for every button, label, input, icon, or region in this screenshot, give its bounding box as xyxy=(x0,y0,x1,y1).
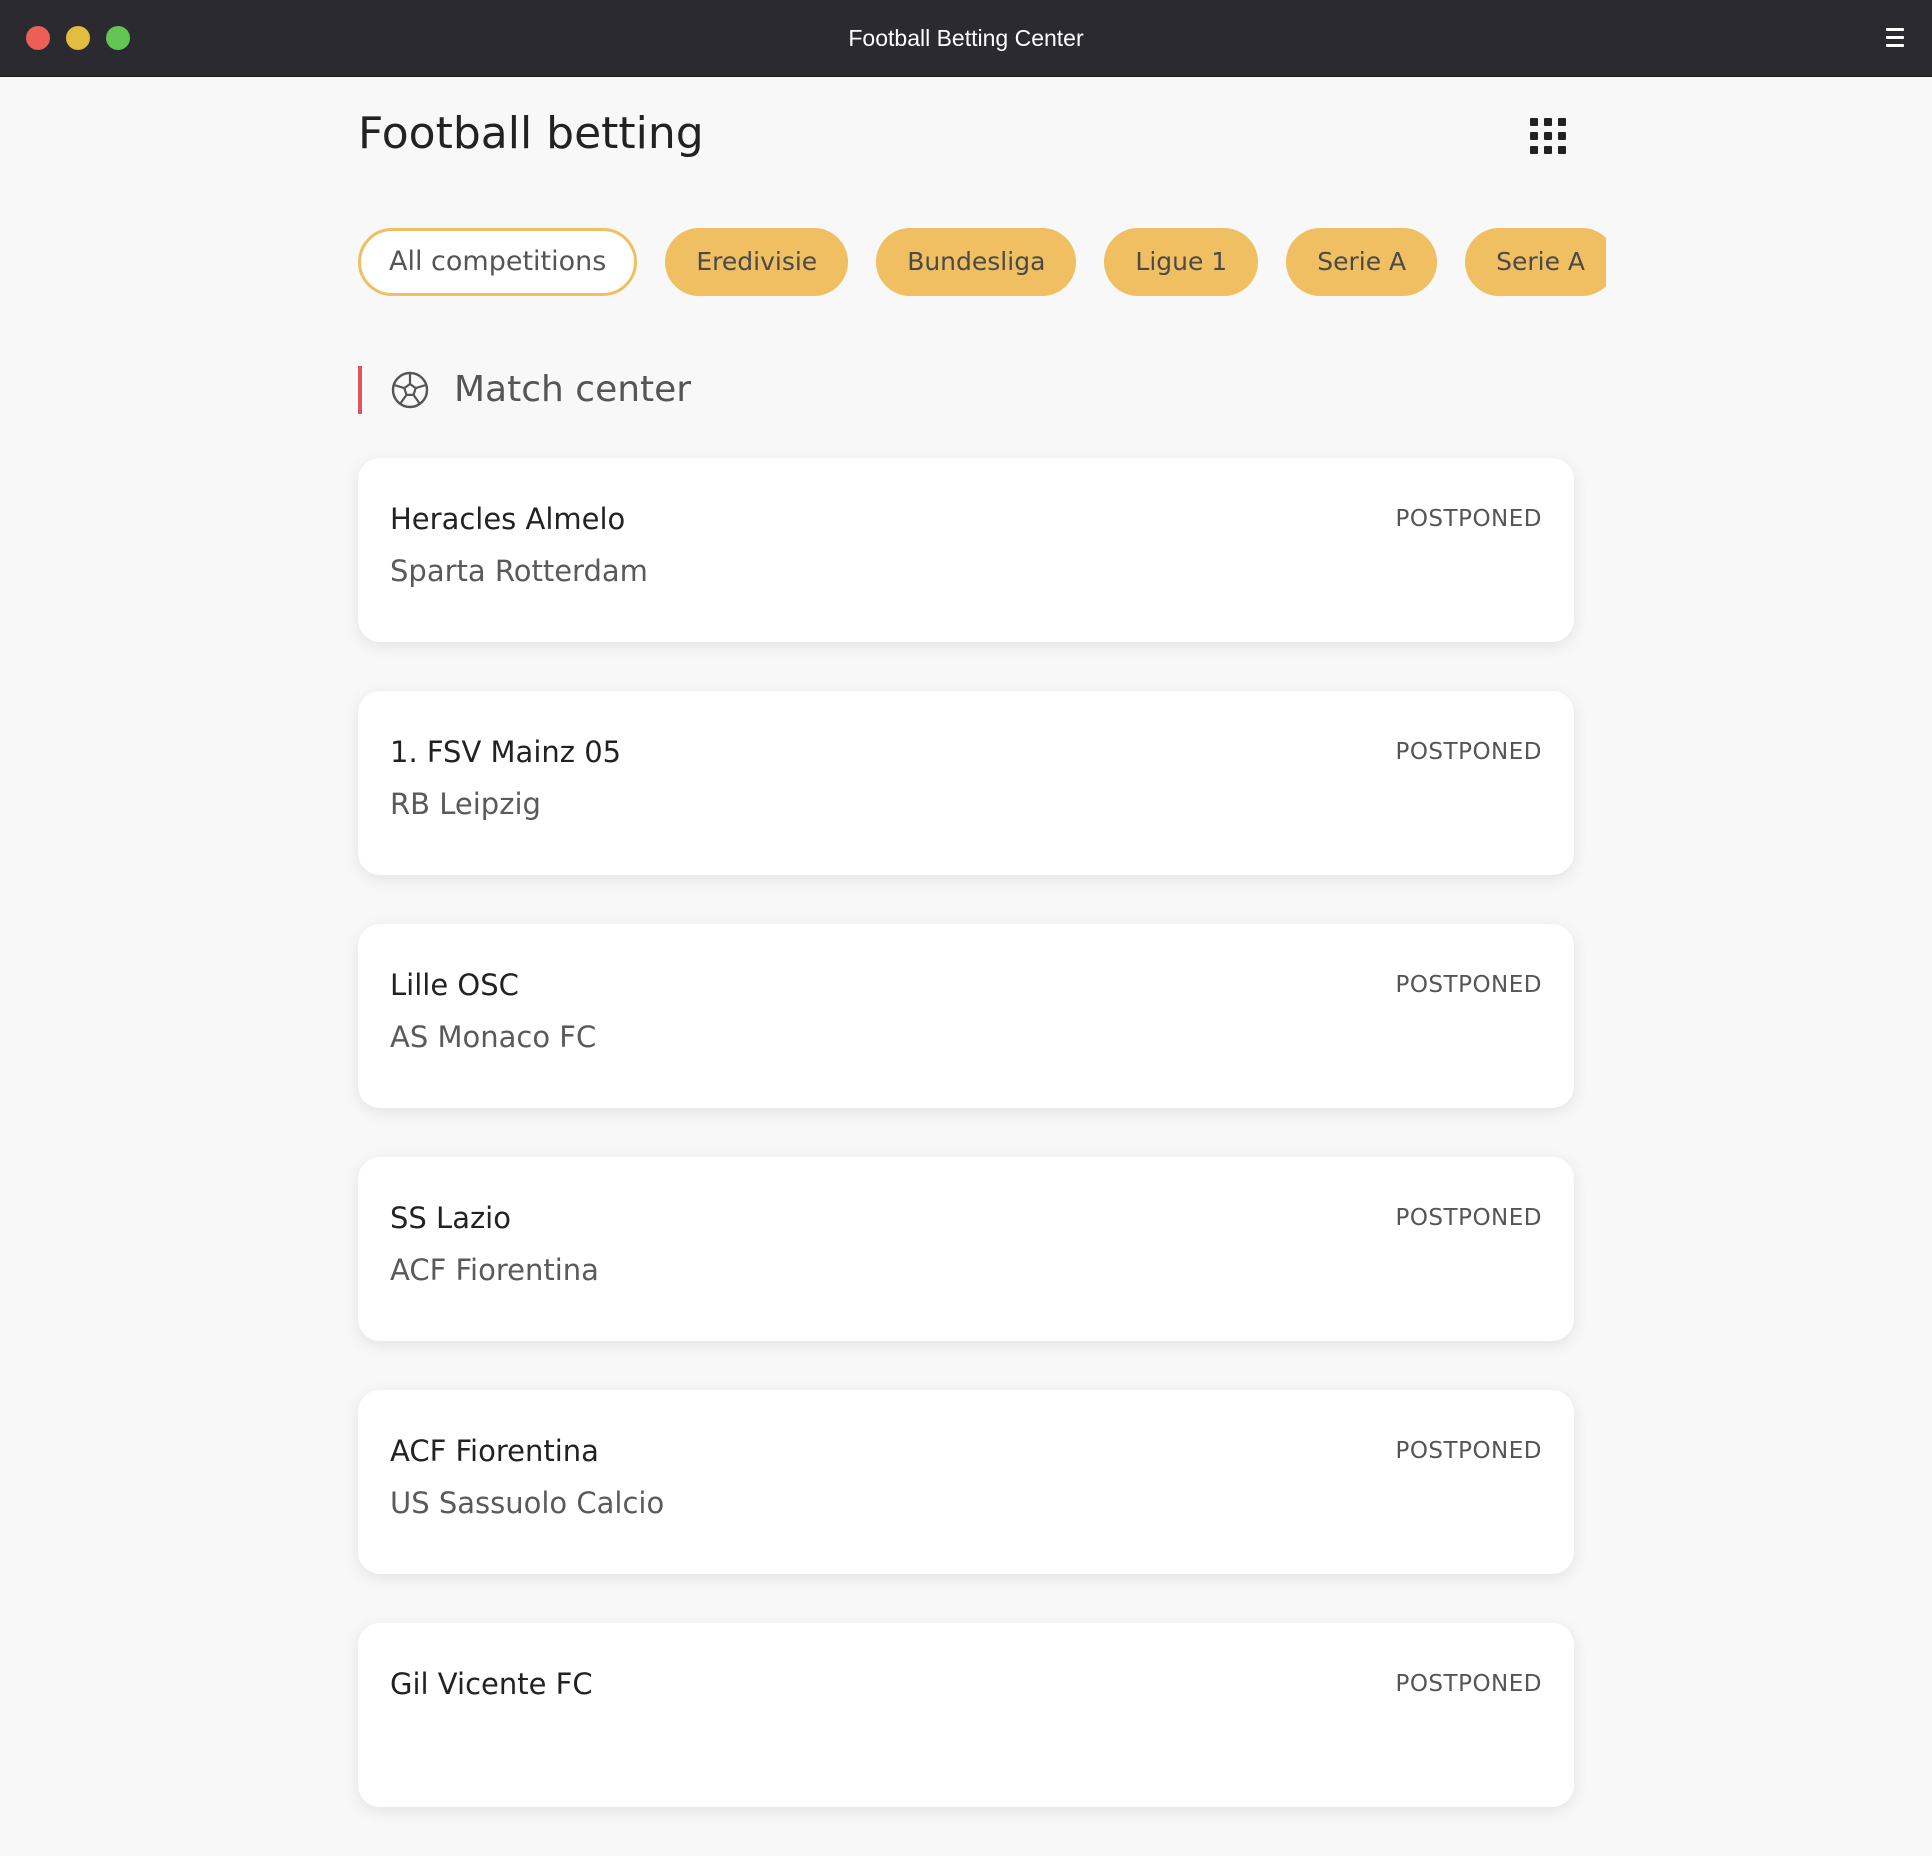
page-title: Football betting xyxy=(358,108,704,159)
match-card[interactable]: ACF Fiorentina US Sassuolo Calcio POSTPO… xyxy=(358,1390,1574,1574)
apps-grid-icon[interactable] xyxy=(1530,118,1566,154)
chip-eredivisie[interactable]: Eredivisie xyxy=(665,228,849,296)
soccer-ball-icon xyxy=(391,371,429,409)
away-team: Sparta Rotterdam xyxy=(390,554,648,588)
competition-filter-bar[interactable]: All competitions Eredivisie Bundesliga L… xyxy=(356,226,1606,306)
window-title: Football Betting Center xyxy=(848,25,1084,51)
match-status: POSTPONED xyxy=(1395,739,1542,765)
home-team: Heracles Almelo xyxy=(390,502,626,536)
away-team: RB Leipzig xyxy=(390,787,541,821)
chip-bundesliga[interactable]: Bundesliga xyxy=(876,228,1077,296)
chip-all-competitions[interactable]: All competitions xyxy=(358,228,638,296)
match-status: POSTPONED xyxy=(1395,1438,1542,1464)
away-team: ACF Fiorentina xyxy=(390,1253,599,1287)
home-team: Lille OSC xyxy=(390,968,519,1002)
chip-serie-a[interactable]: Serie A xyxy=(1286,228,1438,296)
home-team: 1. FSV Mainz 05 xyxy=(390,735,622,769)
chip-serie-a-2[interactable]: Serie A xyxy=(1465,228,1606,296)
match-status: POSTPONED xyxy=(1395,1671,1542,1697)
match-card[interactable]: SS Lazio ACF Fiorentina POSTPONED xyxy=(358,1157,1574,1341)
home-team: ACF Fiorentina xyxy=(390,1434,599,1468)
away-team: AS Monaco FC xyxy=(390,1020,597,1054)
match-card[interactable]: 1. FSV Mainz 05 RB Leipzig POSTPONED xyxy=(358,691,1574,875)
match-list: Heracles Almelo Sparta Rotterdam POSTPON… xyxy=(358,458,1574,1856)
home-team: SS Lazio xyxy=(390,1201,511,1235)
hamburger-menu-icon[interactable] xyxy=(1886,24,1906,52)
home-team: Gil Vicente FC xyxy=(390,1667,593,1701)
match-status: POSTPONED xyxy=(1395,506,1542,532)
window-titlebar: Football Betting Center xyxy=(0,0,1932,77)
match-card[interactable]: Lille OSC AS Monaco FC POSTPONED xyxy=(358,924,1574,1108)
away-team: US Sassuolo Calcio xyxy=(390,1486,665,1520)
section-title: Match center xyxy=(454,369,692,410)
match-status: POSTPONED xyxy=(1395,972,1542,998)
match-status: POSTPONED xyxy=(1395,1205,1542,1231)
section-accent-bar xyxy=(358,366,362,414)
chip-ligue-1[interactable]: Ligue 1 xyxy=(1104,228,1259,296)
match-card[interactable]: Gil Vicente FC POSTPONED xyxy=(358,1623,1574,1807)
match-card[interactable]: Heracles Almelo Sparta Rotterdam POSTPON… xyxy=(358,458,1574,642)
